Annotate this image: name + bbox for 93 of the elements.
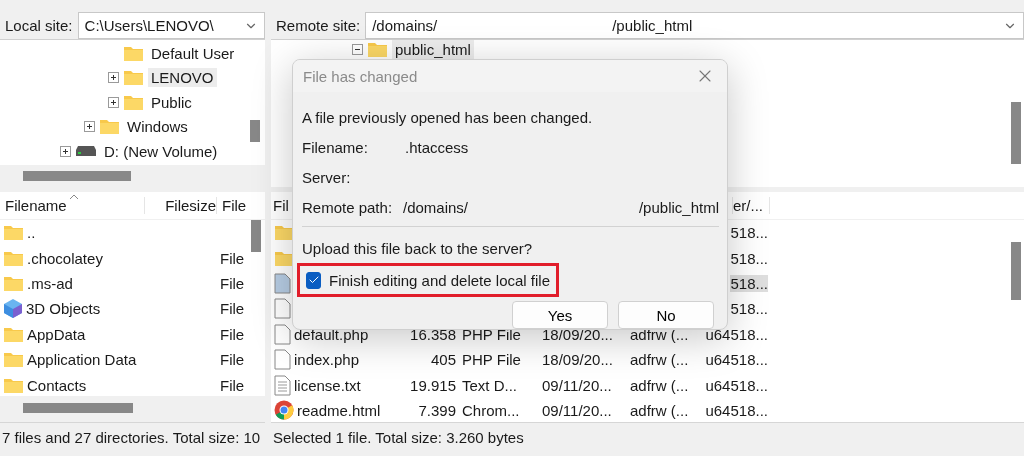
file-permissions: adfrw (... xyxy=(630,376,689,394)
tree-item[interactable]: public_html xyxy=(392,40,474,59)
folder-icon xyxy=(99,118,120,136)
file-date: 09/11/20... xyxy=(542,376,612,394)
column-header[interactable]: er/... xyxy=(733,197,770,214)
dialog-question: Upload this file back to the server? xyxy=(302,239,533,257)
folder-icon xyxy=(3,376,24,394)
file-type: File xyxy=(219,376,246,394)
delete-local-file-checkbox[interactable]: Finish editing and delete local file xyxy=(297,263,559,297)
field-label: Remote path: xyxy=(302,198,394,216)
file-type: File xyxy=(219,351,246,369)
scrollbar-thumb[interactable] xyxy=(23,171,131,181)
file-date: 18/09/20... xyxy=(542,351,613,369)
file-date: 09/11/20... xyxy=(542,401,612,419)
file-size: 16.358 xyxy=(410,325,456,343)
folder-icon xyxy=(367,41,388,58)
folder-icon xyxy=(3,351,24,369)
file-owner: 518... xyxy=(730,249,768,267)
status-text: Selected 1 file. Total size: 3.260 bytes xyxy=(273,428,524,446)
field-value: .htaccess xyxy=(405,138,469,156)
drive-icon xyxy=(75,145,97,158)
file-owner: 518... xyxy=(730,224,768,242)
remote-site-field[interactable]: /domains/ /public_html xyxy=(365,12,1024,39)
text-file-icon xyxy=(274,374,291,396)
file-owner: 518... xyxy=(730,300,768,318)
yes-button[interactable]: Yes xyxy=(512,301,608,329)
file-type: PHP File xyxy=(462,351,521,369)
file-owner: u64518... xyxy=(705,376,768,394)
folder-icon xyxy=(3,325,24,343)
tree-item[interactable]: D: (New Volume) xyxy=(101,141,221,161)
file-name[interactable]: .ms-ad xyxy=(27,274,73,292)
expand-icon[interactable] xyxy=(108,96,119,108)
scrollbar-thumb[interactable] xyxy=(251,220,261,252)
file-icon xyxy=(274,323,291,345)
file-owner: u64518... xyxy=(705,401,768,419)
expand-icon[interactable] xyxy=(108,72,119,84)
no-button[interactable]: No xyxy=(618,301,714,329)
field-label: Server: xyxy=(302,168,352,186)
file-permissions: adfrw (... xyxy=(630,351,689,369)
expand-icon[interactable] xyxy=(84,121,95,133)
file-size: 19.915 xyxy=(410,376,456,394)
field-label: Filename: xyxy=(302,138,369,156)
file-name[interactable]: AppData xyxy=(27,325,86,343)
scrollbar-thumb[interactable] xyxy=(1011,102,1021,164)
file-name[interactable]: Contacts xyxy=(27,376,87,394)
tree-item[interactable]: Default User xyxy=(148,43,238,63)
collapse-icon[interactable] xyxy=(352,44,363,55)
folder-icon xyxy=(123,93,144,111)
file-owner: 518... xyxy=(730,274,768,292)
dialog-title: File has changed xyxy=(303,67,418,85)
tree-item[interactable]: Windows xyxy=(124,117,191,137)
folder-icon xyxy=(123,44,144,62)
scrollbar-thumb[interactable] xyxy=(1011,242,1021,300)
file-name[interactable]: index.php xyxy=(294,351,360,369)
file-size: 405 xyxy=(430,351,456,369)
file-permissions: adfrw (... xyxy=(630,401,689,419)
field-value: /public_html xyxy=(638,198,719,216)
field-value: /domains/ xyxy=(403,198,469,216)
cube-icon xyxy=(3,298,23,320)
sort-ascending-icon xyxy=(69,194,79,200)
dialog-message: A file previously opened has been changed. xyxy=(302,108,593,126)
column-header[interactable]: File xyxy=(217,197,257,214)
file-type: Text D... xyxy=(462,376,517,394)
file-type: File xyxy=(219,325,246,343)
expand-icon[interactable] xyxy=(60,145,71,157)
file-name[interactable]: default.php xyxy=(294,325,369,343)
file-owner: u64518... xyxy=(705,351,768,369)
file-name[interactable]: license.txt xyxy=(294,376,361,394)
column-header[interactable]: Filesize xyxy=(145,197,217,214)
tree-item[interactable]: Public xyxy=(148,92,195,112)
file-type: File xyxy=(219,249,246,267)
scrollbar-thumb[interactable] xyxy=(250,120,260,142)
file-name[interactable]: .chocolatey xyxy=(27,249,103,267)
checkbox[interactable] xyxy=(306,271,321,289)
folder-icon xyxy=(123,69,144,87)
file-name[interactable]: 3D Objects xyxy=(26,300,101,318)
file-icon xyxy=(274,349,291,371)
file-type: Chrom... xyxy=(462,401,520,419)
file-type: File xyxy=(219,274,246,292)
file-name[interactable]: .. xyxy=(27,224,36,242)
checkmark-icon xyxy=(307,274,320,286)
folder-icon xyxy=(3,224,24,242)
column-header[interactable]: Filename xyxy=(0,197,145,214)
folder-icon xyxy=(3,274,24,292)
file-name[interactable]: readme.html xyxy=(297,401,381,419)
file-size: 7.399 xyxy=(418,401,456,419)
tree-item[interactable]: LENOVO xyxy=(148,68,217,88)
local-site-field[interactable]: C:\Users\LENOVO\ xyxy=(77,12,265,39)
scrollbar-thumb[interactable] xyxy=(23,403,133,413)
file-type: File xyxy=(219,300,246,318)
status-text: 7 files and 27 directories. Total size: 10 xyxy=(2,428,261,446)
folder-icon xyxy=(3,249,24,267)
file-name[interactable]: Application Data xyxy=(27,351,137,369)
